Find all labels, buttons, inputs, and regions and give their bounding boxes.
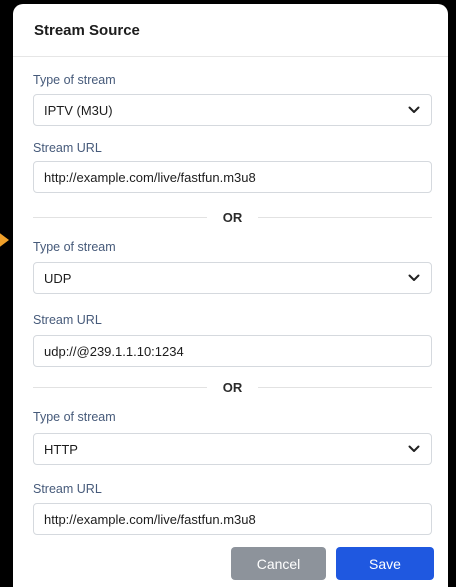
stream-url-label-2: Stream URL xyxy=(33,313,102,327)
stream-type-value-1: IPTV (M3U) xyxy=(44,102,113,118)
stream-type-label-1: Type of stream xyxy=(33,73,116,87)
dialog-footer: Cancel Save xyxy=(231,547,434,580)
dialog-title: Stream Source xyxy=(34,21,140,39)
stream-url-input-1[interactable]: http://example.com/live/fastfun.m3u8 xyxy=(33,161,432,193)
stream-type-label-2: Type of stream xyxy=(33,240,116,254)
chevron-down-icon xyxy=(406,102,422,118)
chevron-down-icon xyxy=(406,441,422,457)
stream-url-label-3: Stream URL xyxy=(33,482,102,496)
divider-line xyxy=(258,216,432,218)
or-label-2: OR xyxy=(222,379,243,395)
stream-type-value-3: HTTP xyxy=(44,441,78,457)
divider-line xyxy=(33,216,207,218)
save-button[interactable]: Save xyxy=(336,547,434,580)
cancel-button[interactable]: Cancel xyxy=(231,547,326,580)
chevron-down-icon xyxy=(406,270,422,286)
or-divider-2: OR xyxy=(33,378,432,396)
divider-line xyxy=(258,386,432,388)
stream-url-label-1: Stream URL xyxy=(33,141,102,155)
divider-line xyxy=(33,386,207,388)
or-divider-1: OR xyxy=(33,208,432,226)
stream-type-select-2[interactable]: UDP xyxy=(33,262,432,294)
stream-source-dialog: Stream Source Type of stream IPTV (M3U) … xyxy=(13,4,448,587)
stream-type-select-3[interactable]: HTTP xyxy=(33,433,432,465)
stream-type-label-3: Type of stream xyxy=(33,410,116,424)
or-label-1: OR xyxy=(222,209,243,225)
stream-type-select-1[interactable]: IPTV (M3U) xyxy=(33,94,432,126)
stream-url-input-3[interactable]: http://example.com/live/fastfun.m3u8 xyxy=(33,503,432,535)
stream-type-value-2: UDP xyxy=(44,270,72,286)
arrow-right-icon xyxy=(0,228,9,252)
stream-url-input-2[interactable]: udp://@239.1.1.10:1234 xyxy=(33,335,432,367)
page-backdrop: Stream Source Type of stream IPTV (M3U) … xyxy=(0,0,456,587)
dialog-header: Stream Source xyxy=(13,4,448,57)
